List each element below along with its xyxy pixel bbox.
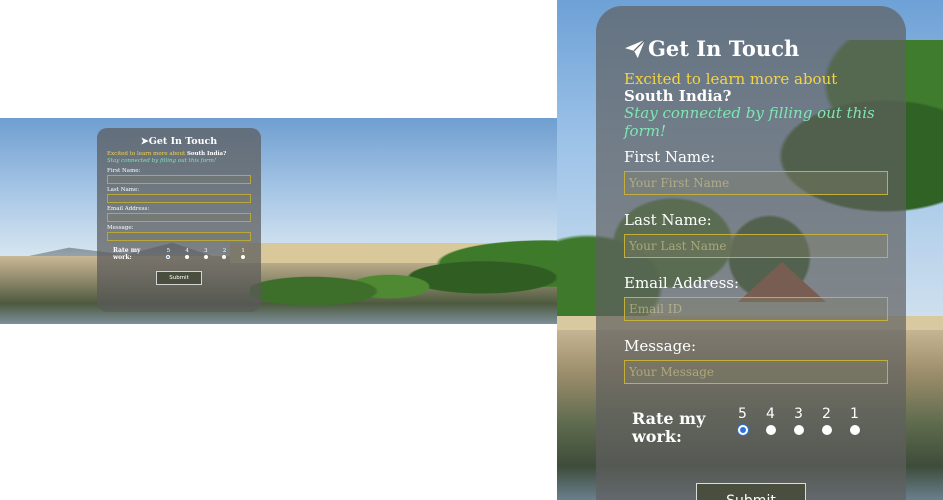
first-name-input[interactable] [624,171,888,195]
form-title-small: ➤Get In Touch [140,136,218,147]
rating-label: Rate my work: [632,409,706,446]
rating-number: 2 [822,406,831,422]
last-name-label-small: Last Name: [107,186,140,193]
email-input-small[interactable] [107,212,251,222]
rating-option-5-small[interactable]: 5 [161,248,177,260]
form-subtitle: Stay connected by filling out this form! [624,104,875,140]
contact-form-small: ➤Get In Touch Excited to learn more abou… [97,128,261,312]
rating-option-2[interactable]: 2 [818,406,835,435]
radio-button[interactable] [765,425,776,435]
rating-number: 5 [738,406,747,422]
radio-button[interactable] [793,425,804,435]
rating-number: 1 [850,406,859,422]
rating-number: 4 [766,406,775,422]
rating-group: Rate my work: 5 4 3 2 1 [624,406,878,446]
rating-option-4[interactable]: 4 [762,406,779,435]
last-name-input[interactable] [624,234,888,258]
email-input[interactable] [624,297,888,321]
form-subtitle-small: Stay connected by filling out this form! [107,157,217,164]
rating-option-2-small[interactable]: 2 [217,248,233,260]
radio-button[interactable] [849,425,860,435]
radio-button-selected[interactable] [737,425,748,435]
background-beach-image-small [0,118,557,324]
paper-plane-icon: ➤ [140,136,149,147]
contact-form: Get In Touch Excited to learn more about… [596,6,906,500]
rating-number: 3 [794,406,803,422]
email-label-small: Email Address: [107,205,150,212]
radio-button[interactable] [821,425,832,435]
rating-group-small: Rate my work: 5 4 3 2 1 [107,247,251,261]
rating-label-small: Rate my work: [113,246,141,261]
rating-option-1-small[interactable]: 1 [235,248,251,260]
email-label: Email Address: [624,274,740,292]
message-input[interactable] [624,360,888,384]
rating-option-3-small[interactable]: 3 [198,248,214,260]
last-name-label: Last Name: [624,211,712,229]
submit-button-small[interactable]: Submit [156,270,202,285]
rating-option-4-small[interactable]: 4 [179,248,195,260]
form-intro: Excited to learn more about South India? [624,70,838,105]
message-input-small[interactable] [107,231,251,241]
last-name-input-small[interactable] [107,193,251,203]
first-name-label-small: First Name: [107,167,141,174]
paper-plane-icon [625,38,646,58]
rating-option-5[interactable]: 5 [734,406,751,435]
submit-button[interactable]: Submit [696,483,806,500]
rating-option-1[interactable]: 1 [846,406,863,435]
form-title: Get In Touch [624,36,878,61]
first-name-label: First Name: [624,148,716,166]
message-label: Message: [624,337,697,355]
rating-option-3[interactable]: 3 [790,406,807,435]
first-name-input-small[interactable] [107,174,251,184]
form-intro-small: Excited to learn more about South India? [107,151,227,157]
message-label-small: Message: [107,224,134,231]
